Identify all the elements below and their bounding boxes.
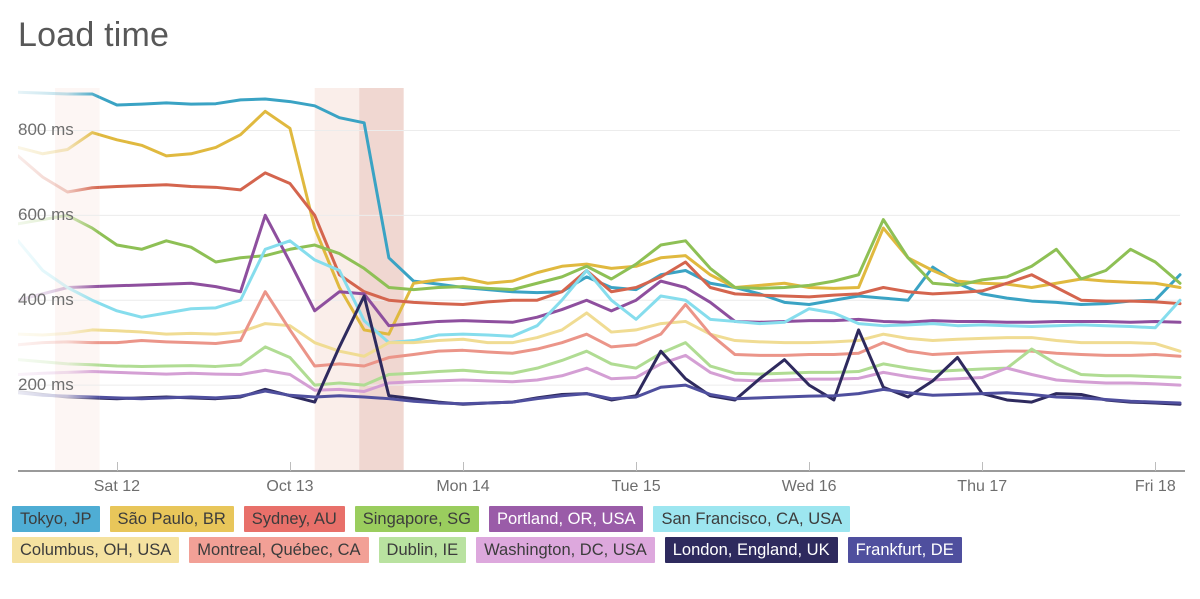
legend-row: Tokyo, JP São Paulo, BR Sydney, AU Singapor… bbox=[12, 506, 1192, 532]
legend-item[interactable]: Singapore, SG bbox=[354, 506, 479, 532]
highlight-band-faint-band bbox=[55, 88, 100, 470]
legend-item[interactable]: São Paulo, BR bbox=[109, 506, 234, 532]
x-tick-mark bbox=[982, 462, 984, 471]
series-line[interactable] bbox=[16, 290, 1182, 368]
line-chart-svg bbox=[16, 88, 1182, 470]
x-tick-mark bbox=[1155, 462, 1157, 471]
plot-area[interactable] bbox=[0, 88, 1185, 470]
x-axis-ticks bbox=[0, 462, 1200, 472]
legend-item[interactable]: London, England, UK bbox=[664, 537, 838, 563]
x-tick-mark bbox=[809, 462, 811, 471]
legend-item[interactable]: Sydney, AU bbox=[243, 506, 345, 532]
series-line[interactable] bbox=[16, 341, 1182, 387]
x-axis: Sat 12 Oct 13 Mon 14 Tue 15 Wed 16 Thu 17 Fri … bbox=[0, 478, 1200, 502]
page-title: Load time bbox=[18, 16, 170, 54]
legend-item[interactable]: Columbus, OH, USA bbox=[12, 537, 180, 563]
x-tick-label: Fri 18 bbox=[1134, 478, 1176, 495]
legend-item[interactable]: Dublin, IE bbox=[378, 537, 467, 563]
legend-item[interactable]: San Francisco, CA, USA bbox=[653, 506, 851, 532]
x-tick-mark bbox=[463, 462, 465, 471]
series-line[interactable] bbox=[16, 213, 1182, 292]
x-tick-label: Mon 14 bbox=[436, 478, 490, 495]
highlight-band-dark-band bbox=[359, 88, 404, 470]
x-tick-mark bbox=[636, 462, 638, 471]
legend-row: Columbus, OH, USA Montreal, Québec, CA Dub… bbox=[12, 537, 1192, 563]
legend-item[interactable]: Washington, DC, USA bbox=[476, 537, 655, 563]
x-tick-mark bbox=[289, 462, 291, 471]
legend-item[interactable]: Frankfurt, DE bbox=[847, 537, 962, 563]
series-group bbox=[16, 90, 1182, 406]
legend-item[interactable]: Tokyo, JP bbox=[12, 506, 100, 532]
chart-legend: Tokyo, JP São Paulo, BR Sydney, AU Singapor… bbox=[12, 506, 1192, 568]
series-line[interactable] bbox=[16, 109, 1182, 336]
legend-item[interactable]: Montreal, Québec, CA bbox=[189, 537, 369, 563]
x-tick-mark bbox=[116, 462, 118, 471]
series-line[interactable] bbox=[16, 239, 1182, 345]
x-tick-label: Tue 15 bbox=[611, 478, 661, 495]
x-tick-label: Wed 16 bbox=[781, 478, 837, 495]
x-tick-label: Oct 13 bbox=[266, 478, 314, 495]
legend-item[interactable]: Portland, OR, USA bbox=[489, 506, 644, 532]
series-line[interactable] bbox=[16, 353, 1182, 393]
x-tick-label: Sat 12 bbox=[93, 478, 141, 495]
load-time-chart-page: Load time 200 ms 400 ms 600 ms 800 ms Sat 1… bbox=[0, 0, 1200, 599]
x-tick-label: Thu 17 bbox=[957, 478, 1008, 495]
